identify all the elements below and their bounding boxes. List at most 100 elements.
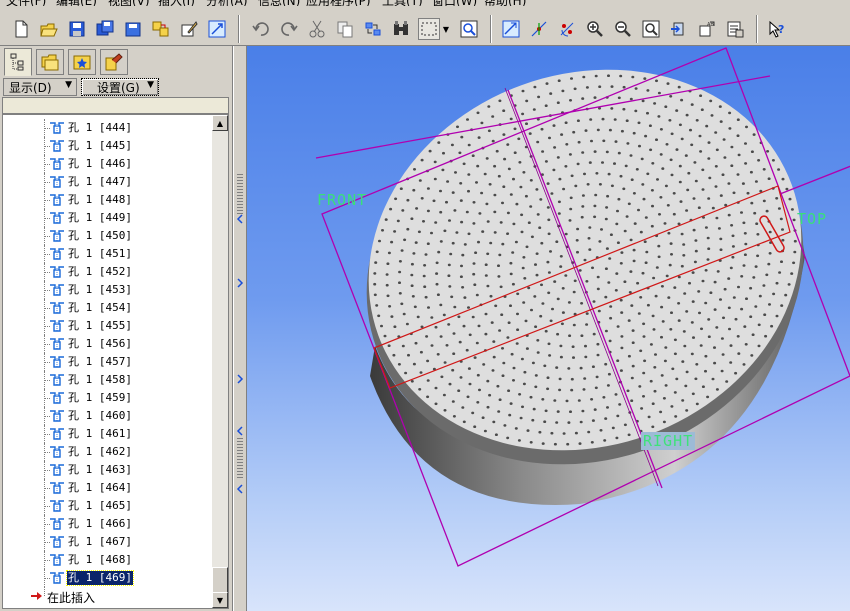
hole[interactable] (535, 188, 539, 191)
hole[interactable] (720, 369, 724, 373)
hole[interactable] (740, 307, 744, 311)
hole[interactable] (764, 334, 768, 338)
hole[interactable] (588, 161, 592, 164)
hole[interactable] (793, 250, 797, 254)
hole[interactable] (629, 270, 633, 273)
hole[interactable] (549, 250, 552, 253)
hole[interactable] (534, 374, 538, 377)
hole[interactable] (620, 311, 624, 314)
hole[interactable] (718, 105, 722, 108)
hole[interactable] (451, 191, 455, 194)
hole[interactable] (467, 232, 471, 236)
hole[interactable] (719, 120, 723, 123)
hole[interactable] (661, 320, 665, 323)
hole[interactable] (468, 333, 472, 337)
hole[interactable] (695, 402, 699, 406)
hole[interactable] (669, 158, 673, 162)
hole[interactable] (650, 224, 654, 228)
orient-button[interactable] (668, 18, 690, 40)
hole[interactable] (517, 137, 521, 141)
hole[interactable] (781, 228, 784, 231)
tree-item-hole[interactable]: 孔 1 [451] (3, 245, 213, 263)
hole[interactable] (448, 285, 452, 288)
hole[interactable] (622, 107, 626, 111)
hole[interactable] (679, 200, 683, 203)
hole[interactable] (525, 347, 529, 350)
hole[interactable] (401, 209, 405, 212)
scroll-down-button[interactable]: ▼ (212, 592, 228, 608)
hole[interactable] (587, 430, 591, 434)
hole[interactable] (443, 361, 447, 364)
hole[interactable] (390, 240, 394, 244)
hole[interactable] (631, 364, 635, 368)
hole[interactable] (673, 286, 677, 289)
hole[interactable] (403, 238, 407, 242)
hole[interactable] (699, 150, 703, 153)
hole[interactable] (677, 302, 681, 305)
hole[interactable] (393, 325, 397, 329)
hole[interactable] (570, 174, 574, 178)
hole[interactable] (719, 194, 723, 197)
hole[interactable] (539, 314, 543, 318)
hole[interactable] (488, 183, 492, 186)
hole[interactable] (462, 324, 466, 328)
hole[interactable] (509, 193, 513, 196)
hole[interactable] (598, 240, 602, 243)
hole[interactable] (643, 240, 647, 243)
hole[interactable] (473, 356, 477, 359)
hole[interactable] (728, 111, 732, 115)
hole[interactable] (626, 142, 630, 145)
collapse-left-arrow-icon[interactable] (236, 484, 244, 494)
tree-item-hole[interactable]: 孔 1 [456] (3, 335, 213, 353)
hole[interactable] (600, 228, 603, 231)
hole[interactable] (591, 365, 595, 369)
hole[interactable] (410, 284, 414, 287)
hole[interactable] (616, 359, 620, 363)
hole[interactable] (745, 125, 748, 129)
hole[interactable] (594, 193, 598, 197)
hole[interactable] (558, 377, 562, 381)
hole[interactable] (590, 398, 594, 401)
hole[interactable] (641, 271, 645, 275)
hole[interactable] (523, 277, 527, 280)
hole[interactable] (692, 197, 696, 200)
hole[interactable] (684, 384, 688, 388)
hole[interactable] (497, 264, 500, 267)
datum-axis-button[interactable] (528, 18, 550, 40)
hole[interactable] (473, 283, 477, 286)
hole[interactable] (561, 89, 565, 93)
hole[interactable] (500, 313, 504, 317)
hole[interactable] (719, 237, 723, 241)
hole[interactable] (540, 127, 544, 131)
hole[interactable] (491, 115, 495, 118)
expand-right-arrow-icon[interactable] (236, 374, 244, 384)
hole[interactable] (663, 222, 667, 225)
hole[interactable] (623, 229, 627, 233)
hole[interactable] (507, 389, 511, 393)
hole[interactable] (653, 389, 657, 393)
hole[interactable] (613, 118, 617, 121)
hole[interactable] (616, 209, 619, 213)
hole[interactable] (457, 389, 461, 393)
hole[interactable] (434, 402, 438, 406)
hole[interactable] (503, 424, 507, 427)
hole[interactable] (736, 335, 740, 338)
hole[interactable] (720, 337, 724, 340)
hole[interactable] (743, 325, 747, 328)
hole[interactable] (715, 148, 719, 152)
hole[interactable] (518, 393, 522, 396)
hole[interactable] (664, 346, 668, 349)
hole[interactable] (594, 74, 598, 78)
hole[interactable] (538, 430, 542, 434)
hole[interactable] (570, 77, 573, 80)
hole[interactable] (386, 294, 390, 298)
tree-item-hole[interactable]: 孔 1 [463] (3, 461, 213, 479)
hole[interactable] (625, 119, 629, 122)
hole[interactable] (561, 287, 565, 290)
hole[interactable] (446, 180, 450, 183)
hole[interactable] (620, 346, 624, 350)
hole[interactable] (419, 371, 423, 374)
hole[interactable] (541, 302, 545, 305)
hole[interactable] (673, 338, 677, 342)
hole[interactable] (570, 388, 574, 392)
